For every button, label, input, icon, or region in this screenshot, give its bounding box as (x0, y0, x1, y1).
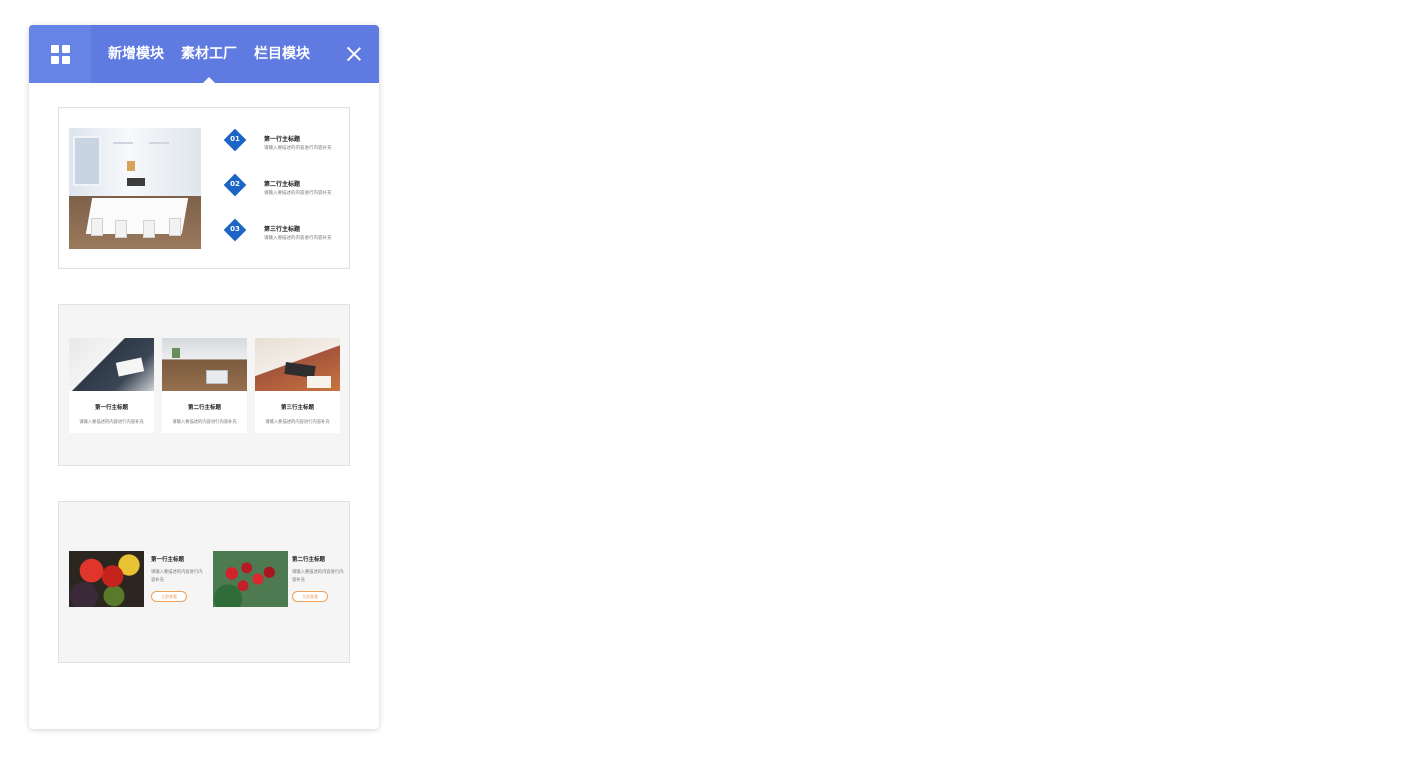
list-item: 第一行主标题 请输入要描述的内容进行内容补充 (69, 338, 154, 433)
step-title: 第三行主标题 (264, 226, 301, 233)
item-desc: 请输入要描述的内容进行内容补充 (79, 420, 144, 425)
business-image (69, 338, 154, 391)
list-item: 第一行主标题 请输入要描述的内容进行内容补充 立即查看 (151, 555, 203, 602)
panel-header: 新增模块 素材工厂 栏目模块 (29, 25, 379, 83)
item-title: 第一行主标题 (94, 405, 128, 411)
step-title: 第二行主标题 (264, 181, 301, 188)
grid-icon (50, 44, 70, 64)
vegetables-image (69, 551, 144, 607)
tab-add-module[interactable]: 新增模块 (108, 25, 164, 83)
item-desc: 请输入要描述的内容进行内容补充 (151, 570, 203, 583)
template-business-card[interactable]: 第一行主标题 请输入要描述的内容进行内容补充 第二行主标题 请输入要描述的内容进… (58, 304, 350, 466)
template-fruit-card[interactable]: 第一行主标题 请输入要描述的内容进行内容补充 立即查看 第二行主标题 请输入要描… (58, 501, 350, 663)
step-desc: 请输入要描述的内容进行内容补充 (264, 146, 332, 151)
office-image (69, 128, 201, 249)
tab-column-module[interactable]: 栏目模块 (254, 25, 310, 83)
tab-material-factory[interactable]: 素材工厂 (181, 25, 237, 83)
business-image (255, 338, 340, 391)
cherries-image (213, 551, 288, 607)
item-desc: 请输入要描述的内容进行内容补充 (265, 420, 330, 425)
step-desc: 请输入要描述的内容进行内容补充 (264, 236, 332, 241)
item-desc: 请输入要描述的内容进行内容补充 (292, 570, 344, 583)
item-title: 第二行主标题 (187, 405, 221, 411)
step-title: 第一行主标题 (264, 136, 301, 143)
list-item: 第二行主标题 请输入要描述的内容进行内容补充 (162, 338, 247, 433)
template-steps-card[interactable]: 01 第一行主标题 请输入要描述的内容进行内容补充 02 第二行主标题 请输入要… (58, 107, 350, 269)
step-desc: 请输入要描述的内容进行内容补充 (264, 191, 332, 196)
business-image (162, 338, 247, 391)
grid-menu-button[interactable] (29, 25, 91, 83)
close-icon[interactable] (347, 47, 361, 61)
item-title: 第三行主标题 (280, 405, 314, 411)
list-item: 第二行主标题 请输入要描述的内容进行内容补充 立即查看 (292, 555, 344, 602)
step-number: 01 (230, 135, 240, 143)
list-item: 第三行主标题 请输入要描述的内容进行内容补充 (255, 338, 340, 433)
item-title: 第二行主标题 (292, 557, 326, 563)
material-panel: 新增模块 素材工厂 栏目模块 01 第一行主标题 请输入要描述的内容进行内容补充 (29, 25, 379, 729)
step-number: 02 (230, 180, 240, 188)
item-desc: 请输入要描述的内容进行内容补充 (172, 420, 237, 425)
item-title: 第一行主标题 (151, 557, 185, 563)
step-number: 03 (230, 225, 240, 233)
view-now-button[interactable]: 立即查看 (151, 591, 187, 602)
view-now-button[interactable]: 立即查看 (292, 591, 328, 602)
